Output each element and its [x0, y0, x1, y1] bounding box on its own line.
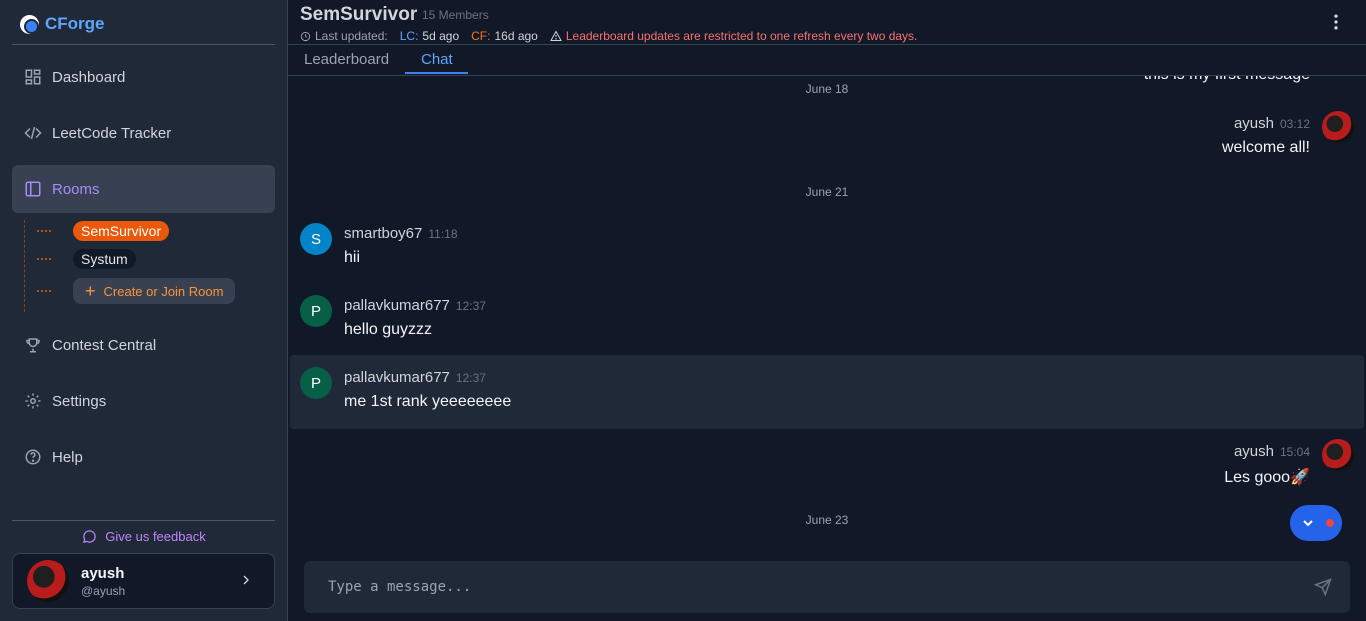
message-time: 12:37: [455, 371, 486, 385]
avatar: [1322, 439, 1354, 471]
message-hover-highlight: [290, 355, 1364, 429]
sidebar-item-contest-central[interactable]: Contest Central: [12, 321, 275, 369]
message-time: 11:18: [428, 227, 458, 241]
sidebar-item-dashboard[interactable]: Dashboard: [12, 53, 275, 101]
message-circle-icon: [83, 530, 97, 544]
trophy-icon: [26, 338, 40, 353]
avatar: S: [300, 223, 332, 255]
message-time: 15:04: [1279, 445, 1310, 459]
sidebar-item-leetcode-tracker[interactable]: LeetCode Tracker: [12, 109, 275, 157]
sidebar-item-label: Settings: [52, 392, 107, 410]
page-title: SemSurvivor: [300, 4, 418, 25]
gear-icon: [25, 393, 41, 409]
message-time: 12:37: [455, 299, 486, 313]
app-logo[interactable]: CForge: [20, 14, 105, 34]
rooms-tree: SemSurvivor Systum + Create or Join Room: [24, 220, 274, 312]
sidebar-item-rooms[interactable]: Rooms: [12, 165, 275, 213]
avatar: P: [300, 367, 332, 399]
sidebar-item-label: Dashboard: [52, 68, 126, 86]
message-time: 03:12: [1279, 117, 1310, 131]
cf-label: CF:: [471, 29, 491, 43]
message-input-wrapper: [304, 561, 1350, 613]
tab-leaderboard[interactable]: Leaderboard: [304, 51, 389, 68]
date-separator: June 18: [805, 82, 849, 96]
tree-connector: [37, 258, 51, 260]
room-entry: + Create or Join Room: [25, 278, 236, 304]
app-name: CForge: [45, 14, 105, 33]
lc-value: 5d ago: [422, 29, 460, 43]
room-semsurvivor[interactable]: SemSurvivor: [73, 221, 170, 241]
plus-icon: +: [85, 281, 96, 301]
message-author: smartboy67: [344, 225, 423, 242]
avatar: [1322, 111, 1354, 143]
room-header: SemSurvivor 15 Members Last updated: LC:…: [288, 0, 1366, 45]
active-tab-indicator: [405, 72, 468, 74]
message: ayush 15:04 Les gooo🚀: [954, 439, 1354, 499]
last-updated-label: Last updated:: [315, 29, 388, 43]
message-author: ayush: [1233, 443, 1274, 460]
room-systum[interactable]: Systum: [73, 249, 136, 269]
room-entry: Systum: [25, 249, 136, 269]
scroll-to-bottom-button[interactable]: [1290, 505, 1342, 541]
chevron-right-icon: [243, 575, 249, 585]
divider: [12, 520, 275, 521]
date-separator: June 23: [805, 513, 849, 527]
user-profile-card[interactable]: ayush @ayush: [12, 553, 275, 609]
sidebar-item-settings[interactable]: Settings: [12, 377, 275, 425]
sidebar-item-label: Help: [52, 448, 83, 466]
message-text: welcome all!: [1221, 139, 1310, 156]
dashboard-icon: [25, 69, 41, 85]
user-name: ayush: [81, 564, 125, 582]
unread-indicator: [1326, 519, 1334, 527]
message-text: me 1st rank yeeeeeeee: [344, 393, 512, 410]
message-input[interactable]: [304, 561, 1304, 613]
sidebar-item-help[interactable]: Help: [12, 433, 275, 481]
sidebar-item-label: Contest Central: [52, 336, 157, 354]
more-options-icon[interactable]: [1326, 12, 1346, 32]
message: ayush 03:12 welcome all!: [954, 111, 1354, 171]
feedback-label: Give us feedback: [105, 529, 206, 544]
message-text: hii: [344, 249, 361, 266]
cf-value: 16d ago: [494, 29, 538, 43]
tree-connector: [37, 290, 51, 292]
member-count: 15 Members: [422, 8, 489, 22]
tab-chat[interactable]: Chat: [421, 51, 453, 68]
sidebar-item-label: Rooms: [52, 180, 100, 198]
message-author: pallavkumar677: [344, 369, 450, 386]
room-tabs: Leaderboard Chat: [288, 45, 1366, 76]
sidebar-item-label: LeetCode Tracker: [52, 124, 172, 142]
warning-triangle-icon: [550, 30, 562, 41]
send-icon[interactable]: [1314, 578, 1332, 596]
create-join-room-button[interactable]: + Create or Join Room: [73, 278, 236, 304]
clock-icon: [300, 31, 311, 41]
chevron-down-icon: [1303, 520, 1313, 527]
message-text: hello guyzzz: [344, 321, 433, 338]
date-separator: June 21: [805, 185, 849, 199]
chat-messages[interactable]: this is my first message June 18 ayush03…: [288, 76, 1366, 552]
feedback-link[interactable]: Give us feedback: [0, 529, 288, 544]
refresh-warning: Leaderboard updates are restricted to on…: [550, 29, 918, 43]
cforge-logo-icon: [20, 14, 39, 34]
tree-connector: [37, 230, 51, 232]
message-author: ayush: [1233, 115, 1274, 132]
lc-label: LC:: [399, 29, 419, 43]
user-handle: @ayush: [81, 583, 126, 598]
message-composer: [288, 552, 1366, 621]
sidebar: CForge Dashboard LeetCode Tracker Rooms …: [0, 0, 288, 621]
room-entry: SemSurvivor: [25, 221, 170, 241]
refresh-warning-text: Leaderboard updates are restricted to on…: [565, 29, 918, 43]
divider: [12, 44, 275, 45]
create-join-room-label: Create or Join Room: [103, 283, 224, 299]
avatar: P: [300, 295, 332, 327]
message-text: Les gooo🚀: [1224, 469, 1310, 486]
help-circle-icon: [25, 449, 41, 465]
sidebar-panel-icon: [25, 181, 41, 197]
avatar: [27, 560, 69, 602]
last-updated-bar: Last updated: LC: 5d ago CF: 16d ago Lea…: [300, 29, 917, 43]
message-author: pallavkumar677: [344, 297, 450, 314]
code-icon: [24, 126, 42, 140]
